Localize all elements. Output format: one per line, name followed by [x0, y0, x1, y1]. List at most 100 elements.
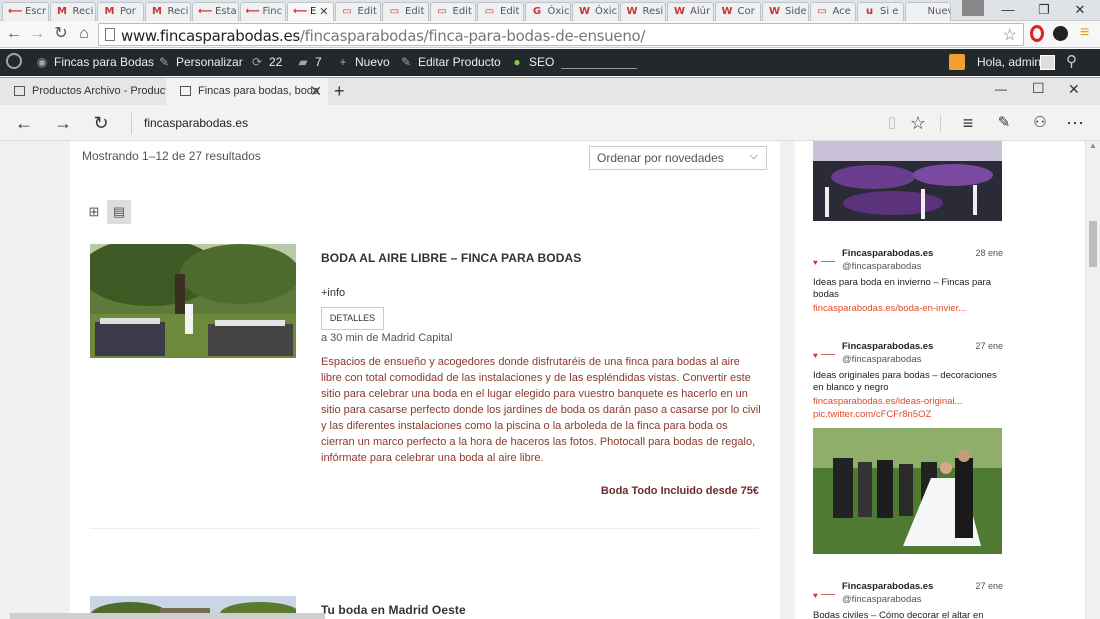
- reload-icon[interactable]: ↻: [52, 25, 70, 43]
- grid-view-icon[interactable]: ⊞: [82, 200, 106, 224]
- more-icon[interactable]: ⋯: [1064, 113, 1086, 133]
- profile-icon[interactable]: [962, 0, 984, 16]
- back-icon[interactable]: ←: [13, 113, 35, 133]
- tweet-pic-link[interactable]: pic.twitter.com/cFCFr8n5OZ: [813, 409, 931, 420]
- wp-new-link[interactable]: + Nuevo: [336, 55, 389, 69]
- edge-close-button[interactable]: ✕: [1068, 81, 1080, 98]
- chrome-tab[interactable]: W Alúr: [667, 2, 714, 21]
- tweet-handle[interactable]: @fincasparabodas: [842, 261, 921, 272]
- forward-icon[interactable]: →: [52, 113, 74, 133]
- tweet-date[interactable]: 27 ene: [975, 581, 1003, 591]
- chrome-tab[interactable]: M Reci: [144, 2, 191, 21]
- chrome-restore-button[interactable]: ❐: [1026, 0, 1062, 21]
- refresh-icon[interactable]: ↻: [90, 113, 112, 133]
- chrome-minimize-button[interactable]: —: [990, 0, 1026, 21]
- tweet-author[interactable]: Fincasparabodas.es: [842, 581, 933, 592]
- tweet-handle[interactable]: @fincasparabodas: [842, 354, 921, 365]
- wp-account-menu[interactable]: Hola, admin: [977, 55, 1041, 69]
- list-view-icon[interactable]: ▤: [107, 200, 131, 224]
- chrome-tab[interactable]: ⟵ Escr: [2, 2, 49, 21]
- edge-minimize-button[interactable]: —: [995, 82, 1007, 96]
- address-bar[interactable]: fincasparabodas.es: [144, 116, 248, 130]
- scrollbar-thumb[interactable]: [1089, 221, 1097, 267]
- product-info-link[interactable]: +info: [321, 287, 345, 299]
- chrome-tab[interactable]: W Resi: [619, 2, 666, 21]
- chrome-tab[interactable]: M Reci: [49, 2, 96, 21]
- tweet-link[interactable]: fincasparabodas.es/ideas-original...: [813, 396, 962, 407]
- menu-icon[interactable]: ≡: [1080, 24, 1089, 42]
- sidebar-image[interactable]: [813, 141, 1002, 221]
- pencil-icon: ✎: [400, 55, 412, 69]
- back-icon[interactable]: ←: [5, 25, 23, 43]
- tweet-author[interactable]: Fincasparabodas.es: [842, 248, 933, 259]
- details-button[interactable]: DETALLES: [321, 307, 384, 330]
- chrome-tab-active[interactable]: ⟵ E ✕: [287, 2, 334, 21]
- chrome-tab[interactable]: ▭ Ace: [809, 2, 856, 21]
- reading-view-icon[interactable]: ▯: [881, 113, 903, 133]
- chrome-tab[interactable]: W Óxic: [572, 2, 619, 21]
- hub-icon[interactable]: ≡: [957, 113, 979, 133]
- opera-extension-icon[interactable]: [1030, 25, 1044, 42]
- product-title[interactable]: Tu boda en Madrid Oeste: [321, 603, 466, 617]
- tweet[interactable]: ♥ Fincasparabodas.es 27 ene @fincasparab…: [813, 581, 1003, 619]
- chrome-tab[interactable]: G Óxic: [524, 2, 571, 21]
- wp-customize-link[interactable]: ✎ Personalizar: [157, 55, 243, 69]
- tweet-date[interactable]: 28 ene: [975, 248, 1003, 258]
- bookmark-star-icon[interactable]: ☆: [1003, 25, 1017, 45]
- heart-icon: ♥: [813, 258, 834, 267]
- tweet-photo[interactable]: [813, 428, 1002, 554]
- wordpress-logo-icon[interactable]: [6, 53, 22, 69]
- edge-maximize-button[interactable]: ☐: [1032, 80, 1045, 97]
- close-tab-icon[interactable]: ✕: [319, 5, 328, 18]
- forward-icon[interactable]: →: [28, 25, 46, 43]
- chrome-close-button[interactable]: ✕: [1062, 0, 1098, 21]
- tab-label: Esta: [215, 6, 237, 17]
- product-title[interactable]: BODA AL AIRE LIBRE – FINCA PARA BODAS: [321, 251, 581, 265]
- notification-icon[interactable]: [949, 54, 965, 70]
- product-image[interactable]: [90, 244, 296, 358]
- tab-label: Resi: [642, 6, 664, 17]
- chrome-tab[interactable]: ⟵ Esta: [192, 2, 239, 21]
- wp-comments-link[interactable]: ▰ 7: [296, 55, 321, 69]
- chrome-tab[interactable]: W Side: [762, 2, 809, 21]
- wp-search-icon[interactable]: ⚲: [1066, 52, 1077, 70]
- wp-edit-product-link[interactable]: ✎ Editar Producto: [399, 55, 501, 69]
- home-icon[interactable]: ⌂: [75, 25, 93, 43]
- favorite-star-icon[interactable]: ☆: [907, 113, 929, 133]
- chrome-tab[interactable]: ▭ Edit: [477, 2, 524, 21]
- vertical-scrollbar[interactable]: ▲: [1085, 141, 1100, 619]
- avatar[interactable]: [1040, 55, 1055, 70]
- tweet-author[interactable]: Fincasparabodas.es: [842, 341, 933, 352]
- tweet[interactable]: ♥ Fincasparabodas.es 28 ene @fincasparab…: [813, 248, 1003, 318]
- tweet-date[interactable]: 27 ene: [975, 341, 1003, 351]
- web-note-icon[interactable]: ✎: [993, 113, 1015, 133]
- extension-icon[interactable]: [1053, 26, 1068, 41]
- edge-tab[interactable]: Productos Archivo - Product: [0, 78, 166, 105]
- chrome-tab[interactable]: Nueva: [904, 2, 951, 21]
- tweet-handle[interactable]: @fincasparabodas: [842, 594, 921, 605]
- scroll-up-icon[interactable]: ▲: [1089, 141, 1097, 150]
- tweet[interactable]: ♥ Fincasparabodas.es 27 ene @fincasparab…: [813, 341, 1003, 421]
- wp-updates-link[interactable]: ⟳ 22: [250, 55, 282, 69]
- chrome-tab[interactable]: u Si e: [857, 2, 904, 21]
- page-icon: [14, 86, 25, 96]
- wp-seo-link[interactable]: ● SEO: [510, 55, 554, 69]
- tab-label: Reci: [72, 6, 94, 17]
- edge-tab-active[interactable]: Fincas para bodas, boda ✕: [166, 78, 328, 105]
- new-tab-button[interactable]: +: [334, 81, 345, 102]
- horizontal-scrollbar[interactable]: [10, 613, 325, 619]
- chrome-tab[interactable]: M Por: [97, 2, 144, 21]
- chrome-tab[interactable]: ▭ Edit: [382, 2, 429, 21]
- chrome-tab[interactable]: ▭ Edit: [334, 2, 381, 21]
- product-description: Espacios de ensueño y acogedores donde d…: [321, 356, 761, 464]
- tab-label: Finc: [262, 6, 283, 17]
- omnibox[interactable]: www.fincasparabodas.es/fincasparabodas/f…: [98, 23, 1024, 46]
- tweet-link[interactable]: fincasparabodas.es/boda-en-invier...: [813, 303, 966, 314]
- wp-site-link[interactable]: ◉ Fincas para Bodas: [35, 55, 154, 69]
- close-tab-icon[interactable]: ✕: [310, 83, 322, 100]
- sort-select[interactable]: Ordenar por novedades ⌵: [589, 146, 767, 170]
- chrome-tab[interactable]: W Cor: [714, 2, 761, 21]
- chrome-tab[interactable]: ▭ Edit: [429, 2, 476, 21]
- share-icon[interactable]: ⚇: [1029, 113, 1051, 133]
- chrome-tab[interactable]: ⟵ Finc: [239, 2, 286, 21]
